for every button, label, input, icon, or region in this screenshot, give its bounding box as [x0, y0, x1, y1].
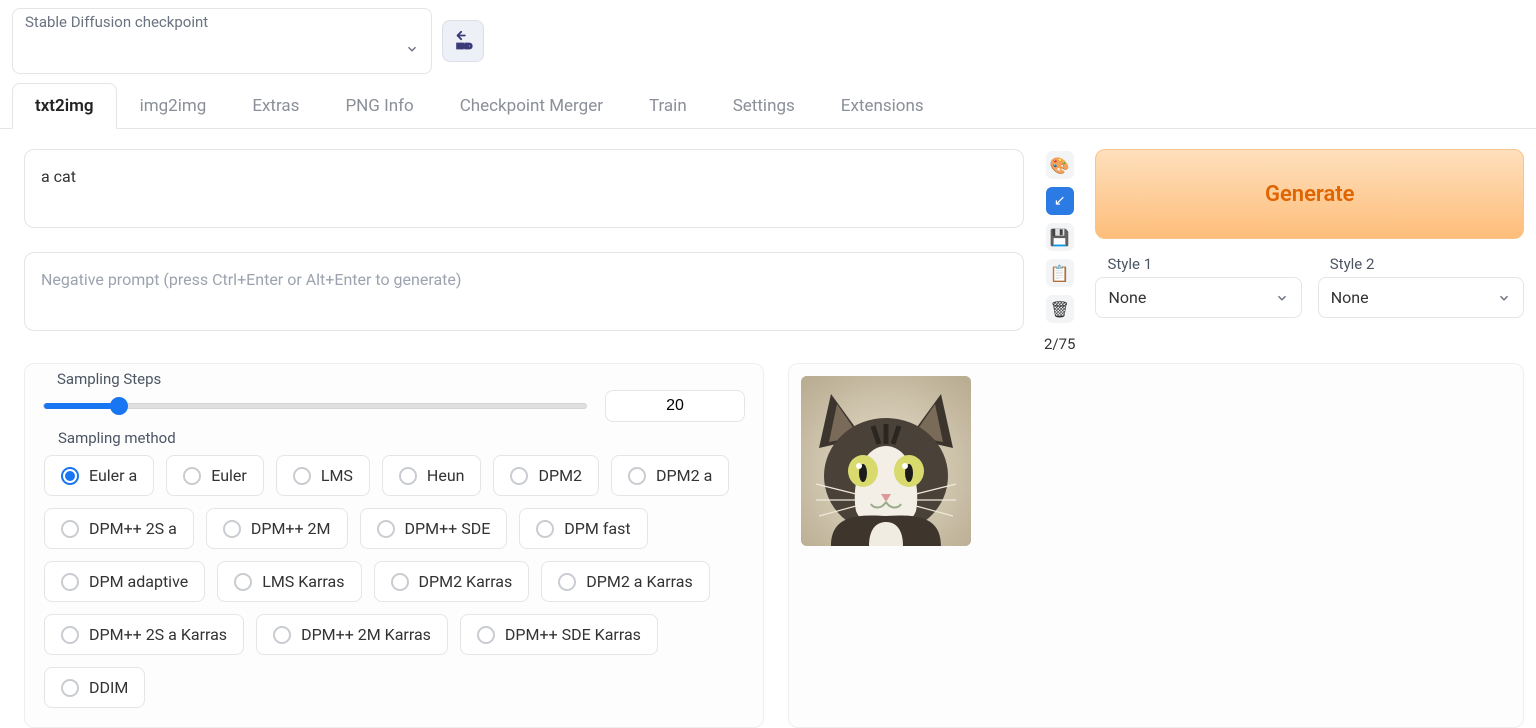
- radio-icon: [61, 626, 79, 644]
- sampler-dpm2-a-karras[interactable]: DPM2 a Karras: [541, 561, 709, 602]
- sampler-label: DPM++ 2S a Karras: [89, 625, 227, 644]
- tab-png-info[interactable]: PNG Info: [322, 83, 436, 129]
- radio-icon: [273, 626, 291, 644]
- tab-settings[interactable]: Settings: [710, 83, 818, 129]
- sampler-dpm-sde-karras[interactable]: DPM++ SDE Karras: [460, 614, 658, 655]
- sampler-dpm-2m-karras[interactable]: DPM++ 2M Karras: [256, 614, 448, 655]
- style2-value: None: [1331, 288, 1369, 307]
- sampler-dpm-sde[interactable]: DPM++ SDE: [360, 508, 508, 549]
- sampler-label: DPM fast: [564, 519, 630, 538]
- output-gallery[interactable]: [788, 363, 1524, 728]
- tab-extras[interactable]: Extras: [229, 83, 322, 129]
- output-image[interactable]: [801, 376, 971, 546]
- sampler-label: DPM2 Karras: [419, 572, 513, 591]
- style2-label: Style 2: [1318, 255, 1524, 273]
- radio-icon: [61, 573, 79, 591]
- apply-styles-button[interactable]: ↙: [1046, 187, 1074, 215]
- tab-train[interactable]: Train: [626, 83, 710, 129]
- sampler-label: DPM++ 2S a: [89, 519, 177, 538]
- radio-icon: [628, 467, 646, 485]
- sampler-label: DPM adaptive: [89, 572, 188, 591]
- tab-img2img[interactable]: img2img: [117, 83, 230, 129]
- sampler-label: DPM++ 2M Karras: [301, 625, 431, 644]
- radio-icon: [391, 573, 409, 591]
- style1-label: Style 1: [1095, 255, 1301, 273]
- sampler-euler[interactable]: Euler: [166, 455, 264, 496]
- radio-icon: [61, 520, 79, 538]
- sampler-dpm-2s-a-karras[interactable]: DPM++ 2S a Karras: [44, 614, 244, 655]
- style1-select[interactable]: None: [1095, 277, 1301, 318]
- reload-checkpoint-button[interactable]: END: [442, 20, 484, 62]
- sampler-dpm-2s-a[interactable]: DPM++ 2S a: [44, 508, 194, 549]
- chevron-down-icon: [1497, 291, 1511, 305]
- sampler-label: DPM++ SDE: [405, 519, 491, 538]
- sampling-method-label: Sampling method: [52, 429, 182, 447]
- palette-icon: 🎨: [1050, 156, 1070, 175]
- tab-checkpoint-merger[interactable]: Checkpoint Merger: [437, 83, 626, 129]
- style2-select[interactable]: None: [1318, 277, 1524, 318]
- sampler-dpm2-a[interactable]: DPM2 a: [611, 455, 729, 496]
- chevron-down-icon: [405, 42, 419, 56]
- style1-value: None: [1108, 288, 1146, 307]
- tab-txt2img[interactable]: txt2img: [12, 83, 117, 129]
- prompt-input[interactable]: [24, 149, 1024, 228]
- sampler-dpm-2m[interactable]: DPM++ 2M: [206, 508, 348, 549]
- checkpoint-label: Stable Diffusion checkpoint: [25, 13, 419, 31]
- sampler-dpm-fast[interactable]: DPM fast: [519, 508, 647, 549]
- sampling-steps-input[interactable]: [605, 390, 745, 422]
- sampler-label: Euler: [211, 466, 247, 485]
- sampler-label: Heun: [427, 466, 465, 485]
- svg-text:END: END: [457, 41, 472, 50]
- sampler-lms-karras[interactable]: LMS Karras: [217, 561, 361, 602]
- generate-button[interactable]: Generate: [1095, 149, 1524, 239]
- radio-icon: [558, 573, 576, 591]
- sampler-lms[interactable]: LMS: [276, 455, 370, 496]
- trash-icon: 🗑: [1050, 300, 1070, 319]
- cat-image-icon: [801, 376, 971, 546]
- sampler-euler-a[interactable]: Euler a: [44, 455, 154, 496]
- sampler-label: Euler a: [89, 466, 137, 485]
- sampler-label: LMS Karras: [262, 572, 344, 591]
- sampler-label: DPM2 a Karras: [586, 572, 692, 591]
- checkpoint-selector[interactable]: Stable Diffusion checkpoint: [12, 8, 432, 74]
- sampler-label: DPM++ SDE Karras: [505, 625, 641, 644]
- radio-icon: [293, 467, 311, 485]
- paste-button[interactable]: 📋: [1046, 259, 1074, 287]
- sampler-heun[interactable]: Heun: [382, 455, 482, 496]
- sampler-dpm2[interactable]: DPM2: [493, 455, 599, 496]
- radio-icon: [183, 467, 201, 485]
- sampler-label: DPM2 a: [656, 466, 712, 485]
- sampler-dpm2-karras[interactable]: DPM2 Karras: [374, 561, 530, 602]
- undo-end-icon: END: [452, 30, 474, 52]
- radio-icon: [234, 573, 252, 591]
- sampling-steps-slider[interactable]: [43, 396, 587, 416]
- sampler-ddim[interactable]: DDIM: [44, 667, 145, 708]
- radio-icon: [223, 520, 241, 538]
- save-styles-button[interactable]: 💾: [1046, 223, 1074, 251]
- save-icon: 💾: [1050, 228, 1070, 247]
- sampling-steps-label: Sampling Steps: [51, 370, 167, 388]
- sampler-label: DDIM: [89, 678, 128, 697]
- radio-icon: [377, 520, 395, 538]
- generation-settings-panel: Sampling Steps Sampling method Euler a Eu…: [24, 363, 764, 728]
- token-counter: 2/75: [1044, 335, 1075, 353]
- chevron-down-icon: [1275, 291, 1289, 305]
- radio-icon: [61, 467, 79, 485]
- sampler-label: DPM2: [538, 466, 582, 485]
- radio-icon: [61, 679, 79, 697]
- sampler-dpm-adaptive[interactable]: DPM adaptive: [44, 561, 205, 602]
- radio-icon: [399, 467, 417, 485]
- negative-prompt-input[interactable]: [24, 252, 1024, 331]
- clear-button[interactable]: 🗑: [1046, 295, 1074, 323]
- radio-icon: [536, 520, 554, 538]
- arrow-icon: ↙: [1054, 193, 1066, 209]
- palette-button[interactable]: 🎨: [1046, 151, 1074, 179]
- sampler-label: LMS: [321, 466, 353, 485]
- radio-icon: [510, 467, 528, 485]
- clipboard-icon: 📋: [1050, 264, 1070, 283]
- sampler-label: DPM++ 2M: [251, 519, 331, 538]
- tab-extensions[interactable]: Extensions: [818, 83, 947, 129]
- main-tabs: txt2imgimg2imgExtrasPNG InfoCheckpoint M…: [0, 82, 1536, 129]
- radio-icon: [477, 626, 495, 644]
